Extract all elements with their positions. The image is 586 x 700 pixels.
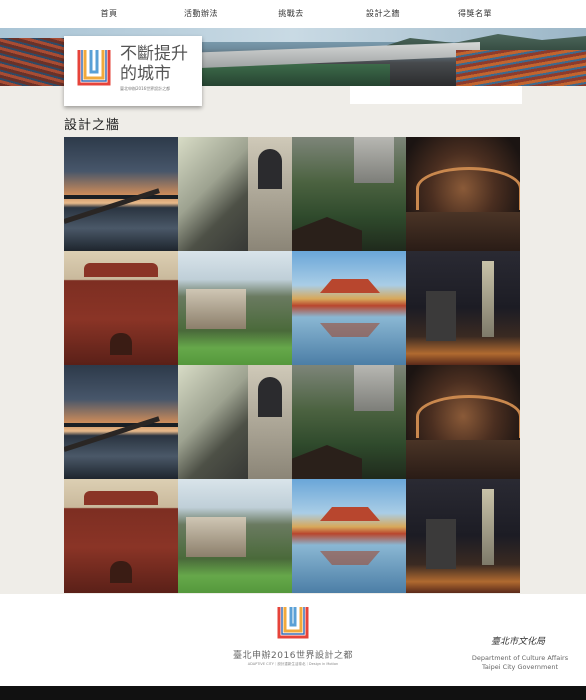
bottom-bar (0, 686, 586, 700)
department-signature-logo[interactable]: 臺北市文化局 (491, 634, 545, 647)
site-logo[interactable]: 不斷提升 的城市 臺北申辦2016世界設計之都 (64, 36, 202, 106)
gallery-photo-riverside-dusk[interactable] (64, 137, 178, 251)
logo-subtitle: 臺北申辦2016世界設計之都 (120, 86, 171, 91)
logo-title: 不斷提升 的城市 (120, 44, 188, 84)
gallery-photo-window-building[interactable] (178, 365, 292, 479)
nav-challenge[interactable]: 挑戰去 (256, 8, 326, 19)
gallery-photo-red-house[interactable] (64, 251, 178, 365)
footer-rainbow-logo-icon (277, 607, 309, 639)
gallery-photo-pavilion-reflection[interactable] (292, 251, 406, 365)
footer-caption: ADAPTIVE CITY｜設計重新生活臺北｜Design in Motion (247, 662, 339, 666)
gallery-photo-taipei-101-night[interactable] (406, 251, 520, 365)
gallery-photo-station-canopy[interactable] (406, 137, 520, 251)
gallery-photo-pavilion-reflection[interactable] (292, 479, 406, 593)
rainbow-stripes-logo-icon (77, 50, 111, 86)
top-navigation: 首頁 活動辦法 挑戰去 設計之牆 得獎名單 (0, 0, 586, 29)
header-info-box (350, 86, 522, 104)
gallery-photo-hillside-architecture[interactable] (292, 137, 406, 251)
gallery-photo-riverside-dusk[interactable] (64, 365, 178, 479)
department-city-en: Taipei City Government (481, 663, 559, 671)
department-name-en: Department of Culture Affairs (471, 654, 569, 662)
gallery-photo-station-canopy[interactable] (406, 365, 520, 479)
gallery-photo-window-building[interactable] (178, 137, 292, 251)
photo-gallery (64, 137, 520, 593)
page-title: 設計之牆 (64, 118, 121, 133)
gallery-photo-hillside-village[interactable] (178, 251, 292, 365)
gallery-photo-taipei-101-night[interactable] (406, 479, 520, 593)
gallery-photo-hillside-village[interactable] (178, 479, 292, 593)
footer-title: 臺北申辦2016世界設計之都 (233, 651, 353, 661)
nav-winners[interactable]: 得獎名單 (440, 8, 510, 19)
nav-home[interactable]: 首頁 (74, 8, 144, 19)
nav-design-wall[interactable]: 設計之牆 (348, 8, 418, 19)
nav-event-rules[interactable]: 活動辦法 (166, 8, 236, 19)
gallery-photo-red-house[interactable] (64, 479, 178, 593)
gallery-photo-hillside-architecture[interactable] (292, 365, 406, 479)
